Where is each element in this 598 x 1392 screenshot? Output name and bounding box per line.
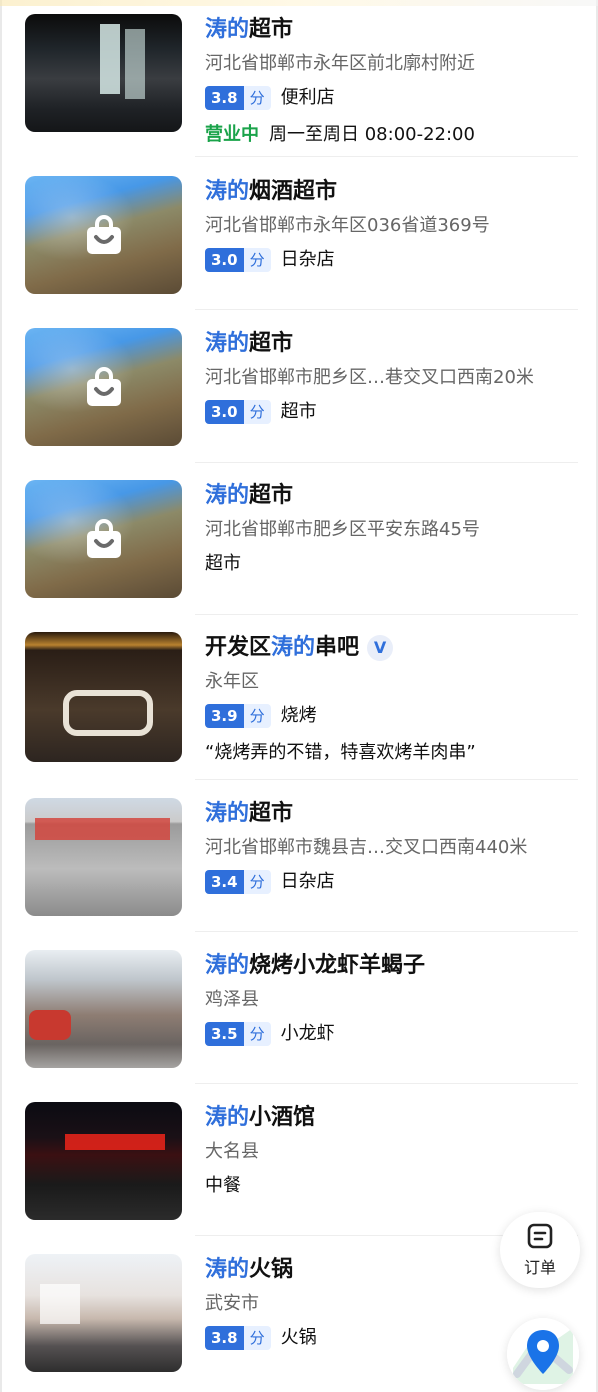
rating-badge: 3.9 分 [205, 704, 271, 728]
map-pin-icon [507, 1318, 579, 1390]
store-address: 河北省邯郸市永年区前北廓村附近 [205, 53, 475, 74]
store-meta: 3.4 分 日杂店 [205, 870, 578, 894]
rating-badge: 3.0 分 [205, 400, 271, 424]
rating-badge: 3.4 分 [205, 870, 271, 894]
shopping-bag-icon [87, 367, 121, 406]
order-label: 订单 [523, 1258, 556, 1277]
store-category: 超市 [205, 553, 241, 574]
store-photo [25, 632, 182, 762]
placeholder-photo [25, 176, 182, 294]
order-list-icon [527, 1223, 553, 1249]
divider [195, 309, 578, 310]
store-category: 中餐 [205, 1175, 241, 1196]
store-address: 武安市 [205, 1293, 259, 1314]
store-title[interactable]: 涛的超市 [205, 482, 578, 510]
store-photo [25, 950, 182, 1068]
store-address: 永年区 [205, 671, 259, 692]
store-address: 河北省邯郸市永年区036省道369号 [205, 215, 490, 236]
store-meta: 3.9 分 烧烤 [205, 704, 578, 728]
store-meta: 3.0 分 日杂店 [205, 248, 578, 272]
photo-detail [29, 1010, 71, 1040]
verified-badge: V [367, 635, 394, 661]
placeholder-photo [25, 480, 182, 598]
rating-badge: 3.5 分 [205, 1022, 271, 1046]
business-hours: 营业中 周一至周日 08:00-22:00 [205, 124, 475, 145]
store-title[interactable]: 涛的超市 [205, 330, 578, 358]
rating-badge: 3.8 分 [205, 86, 271, 110]
divider [195, 462, 578, 463]
store-meta: 3.8 分 便利店 [205, 86, 578, 110]
store-meta: 中餐 [205, 1174, 578, 1198]
store-address: 河北省邯郸市肥乡区平安东路45号 [205, 519, 480, 540]
frame-border-left [0, 0, 2, 1392]
divider [195, 1083, 578, 1084]
photo-detail [35, 818, 170, 840]
rating-badge: 3.0 分 [205, 248, 271, 272]
divider [195, 779, 578, 780]
store-title[interactable]: 涛的烧烤小龙虾羊蝎子 [205, 952, 578, 980]
store-meta: 3.0 分 超市 [205, 400, 578, 424]
store-meta: 3.5 分 小龙虾 [205, 1022, 578, 1046]
store-category: 日杂店 [280, 249, 335, 270]
store-title[interactable]: 涛的烟酒超市 [205, 178, 578, 206]
photo-detail [65, 1134, 165, 1150]
store-photo [25, 14, 182, 132]
divider [195, 931, 578, 932]
open-status: 营业中 [205, 124, 259, 145]
store-category: 小龙虾 [280, 1023, 335, 1044]
store-meta: 超市 [205, 552, 578, 576]
rating-badge: 3.8 分 [205, 1326, 271, 1350]
order-button[interactable]: 订单 [500, 1212, 580, 1288]
shopping-bag-icon [87, 519, 121, 558]
review-quote: “烧烤弄的不错，特喜欢烤羊肉串” [205, 742, 476, 763]
store-address: 鸡泽县 [205, 989, 259, 1010]
placeholder-photo [25, 328, 182, 446]
store-title[interactable]: 涛的超市 [205, 800, 578, 828]
store-title[interactable]: 涛的小酒馆 [205, 1104, 578, 1132]
store-address: 大名县 [205, 1141, 259, 1162]
store-category: 烧烤 [280, 705, 317, 726]
store-photo [25, 1254, 182, 1372]
store-address: 河北省邯郸市肥乡区…巷交叉口西南20米 [205, 367, 534, 388]
store-category: 便利店 [280, 87, 335, 108]
store-title[interactable]: 涛的超市 [205, 16, 578, 44]
top-edge [0, 0, 598, 6]
map-button[interactable] [507, 1318, 579, 1390]
store-photo [25, 1102, 182, 1220]
store-category: 日杂店 [280, 871, 335, 892]
photo-detail [63, 690, 153, 736]
store-address: 河北省邯郸市魏县吉…交叉口西南440米 [205, 837, 528, 858]
store-category: 超市 [280, 401, 317, 422]
divider [195, 614, 578, 615]
shopping-bag-icon [87, 215, 121, 254]
store-title[interactable]: 开发区涛的串吧 V [205, 634, 578, 662]
photo-detail [40, 1284, 80, 1324]
divider [195, 156, 578, 157]
store-photo [25, 798, 182, 916]
store-category: 火锅 [280, 1327, 317, 1348]
